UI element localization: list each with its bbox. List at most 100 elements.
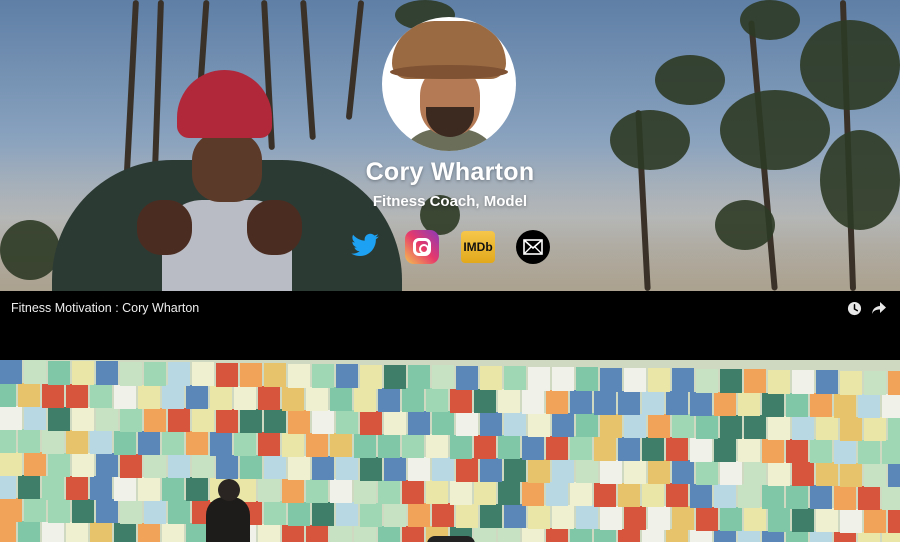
mosaic-tile [666, 483, 688, 507]
mosaic-tile [474, 481, 496, 505]
share-icon[interactable] [870, 299, 888, 317]
mosaic-tile [816, 508, 838, 532]
mosaic-tile [768, 462, 790, 486]
mosaic-tile [498, 527, 520, 542]
mosaic-tile [696, 461, 718, 485]
mosaic-tile [576, 459, 598, 483]
palm-fronds [0, 220, 60, 280]
mosaic-tile [432, 411, 454, 435]
mosaic-tile [810, 439, 832, 463]
mosaic-tile [72, 453, 94, 477]
mosaic-tile [738, 392, 760, 416]
mosaic-tile [816, 462, 838, 486]
mosaic-tile [0, 360, 22, 384]
mosaic-tile [48, 361, 70, 385]
mosaic-tile [816, 416, 838, 440]
mosaic-tile [762, 393, 784, 417]
mosaic-tile [42, 522, 64, 542]
mosaic-tile [546, 436, 568, 460]
video-frame-mosaic-wall[interactable] [0, 360, 900, 542]
email-link[interactable] [516, 230, 550, 264]
mosaic-tile [762, 439, 784, 463]
mosaic-tile [432, 503, 454, 527]
mosaic-tile [624, 506, 646, 530]
mosaic-tile [0, 521, 16, 542]
mosaic-tile [768, 508, 790, 532]
mosaic-tile [402, 434, 424, 458]
clock-icon[interactable] [845, 299, 863, 317]
mosaic-tile [720, 415, 742, 439]
mosaic-tile [792, 416, 814, 440]
mosaic-tile [834, 394, 856, 418]
mosaic-tile [162, 477, 184, 501]
mosaic-tile [474, 389, 496, 413]
mosaic-tile [600, 506, 622, 530]
mosaic-tile [600, 460, 622, 484]
mosaic-tile [426, 434, 448, 458]
mosaic-tile [624, 368, 646, 392]
mosaic-tile [336, 410, 358, 434]
mosaic-tile [306, 479, 328, 503]
mosaic-tile [90, 476, 112, 500]
mosaic-tile [690, 484, 712, 508]
imdb-link[interactable]: IMDb [461, 230, 495, 264]
video-header: Fitness Motivation : Cory Wharton [0, 291, 900, 360]
mosaic-tile [618, 483, 640, 507]
mosaic-tile [90, 430, 112, 454]
mosaic-tile [240, 409, 262, 433]
mosaic-tile [882, 532, 900, 542]
mail-icon [516, 230, 550, 264]
mosaic-tile [210, 432, 232, 456]
mosaic-tile [42, 476, 64, 500]
mosaic-tile [456, 458, 478, 482]
mosaic-tile [768, 416, 790, 440]
mosaic-tile [672, 460, 694, 484]
mosaic-tile [42, 430, 64, 454]
mosaic-tile [0, 429, 16, 453]
mosaic-tile [786, 485, 808, 509]
mosaic-tile [456, 412, 478, 436]
mosaic-tile [144, 454, 166, 478]
mosaic-tile [114, 523, 136, 542]
mosaic-tile [330, 387, 352, 411]
mosaic-tile [570, 436, 592, 460]
mosaic-tile [138, 477, 160, 501]
mosaic-tile [672, 506, 694, 530]
mosaic-tile [528, 413, 550, 437]
twitter-link[interactable] [348, 230, 382, 264]
mosaic-tile [480, 458, 502, 482]
video-title[interactable]: Fitness Motivation : Cory Wharton [11, 301, 199, 315]
mosaic-tile [744, 369, 766, 393]
instagram-link[interactable] [405, 230, 439, 264]
mosaic-tile [600, 414, 622, 438]
mosaic-tile [384, 457, 406, 481]
mosaic-tile [552, 367, 574, 391]
mosaic-tile [690, 438, 712, 462]
mosaic-tile [354, 388, 376, 412]
mosaic-tile [522, 390, 544, 414]
mosaic-tile [0, 406, 22, 430]
mosaic-tile [522, 436, 544, 460]
mosaic-tile [786, 393, 808, 417]
mosaic-tile [834, 440, 856, 464]
mosaic-tile [282, 525, 304, 542]
palm-fronds [655, 55, 725, 105]
mosaic-tile [264, 501, 286, 525]
mosaic-tile [258, 524, 280, 542]
mosaic-tile [360, 503, 382, 527]
mosaic-tile [144, 408, 166, 432]
mosaic-tile [144, 500, 166, 524]
mosaic-tile [552, 459, 574, 483]
mosaic-tile [432, 365, 454, 389]
mosaic-tile [168, 408, 190, 432]
mosaic-tile [648, 414, 670, 438]
mosaic-tile [186, 431, 208, 455]
mosaic-tile [834, 532, 856, 542]
mosaic-tile [480, 504, 502, 528]
mosaic-tile [96, 407, 118, 431]
mosaic-tile [888, 509, 900, 533]
mosaic-tile [648, 460, 670, 484]
mosaic-tile [624, 414, 646, 438]
mosaic-tile [570, 482, 592, 506]
mosaic-tile [864, 417, 886, 441]
